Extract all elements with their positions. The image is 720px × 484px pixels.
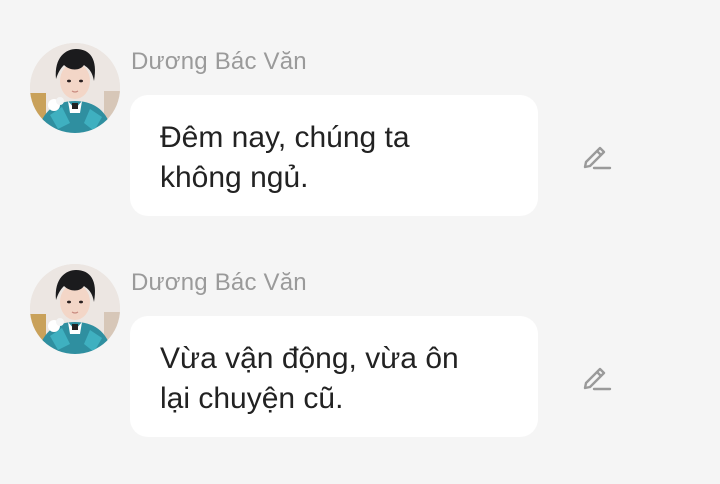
sender-name: Dương Bác Văn <box>131 48 307 75</box>
avatar[interactable] <box>30 264 120 354</box>
chat-message: Dương Bác Văn Đêm nay, chúng ta không ng… <box>0 43 720 243</box>
avatar-image <box>30 264 120 354</box>
avatar-image <box>30 43 120 133</box>
message-text: Vừa vận động, vừa ôn lại chuyện cũ. <box>160 342 459 415</box>
pencil-edit-icon <box>583 367 612 391</box>
message-text: Đêm nay, chúng ta không ngủ. <box>160 121 410 194</box>
message-bubble[interactable]: Đêm nay, chúng ta không ngủ. <box>130 95 538 216</box>
edit-button[interactable] <box>578 359 614 395</box>
message-bubble[interactable]: Vừa vận động, vừa ôn lại chuyện cũ. <box>130 316 538 437</box>
pencil-edit-icon <box>583 146 612 170</box>
chat-message: Dương Bác Văn Vừa vận động, vừa ôn lại c… <box>0 264 720 464</box>
avatar[interactable] <box>30 43 120 133</box>
sender-name: Dương Bác Văn <box>131 269 307 296</box>
edit-button[interactable] <box>578 138 614 174</box>
